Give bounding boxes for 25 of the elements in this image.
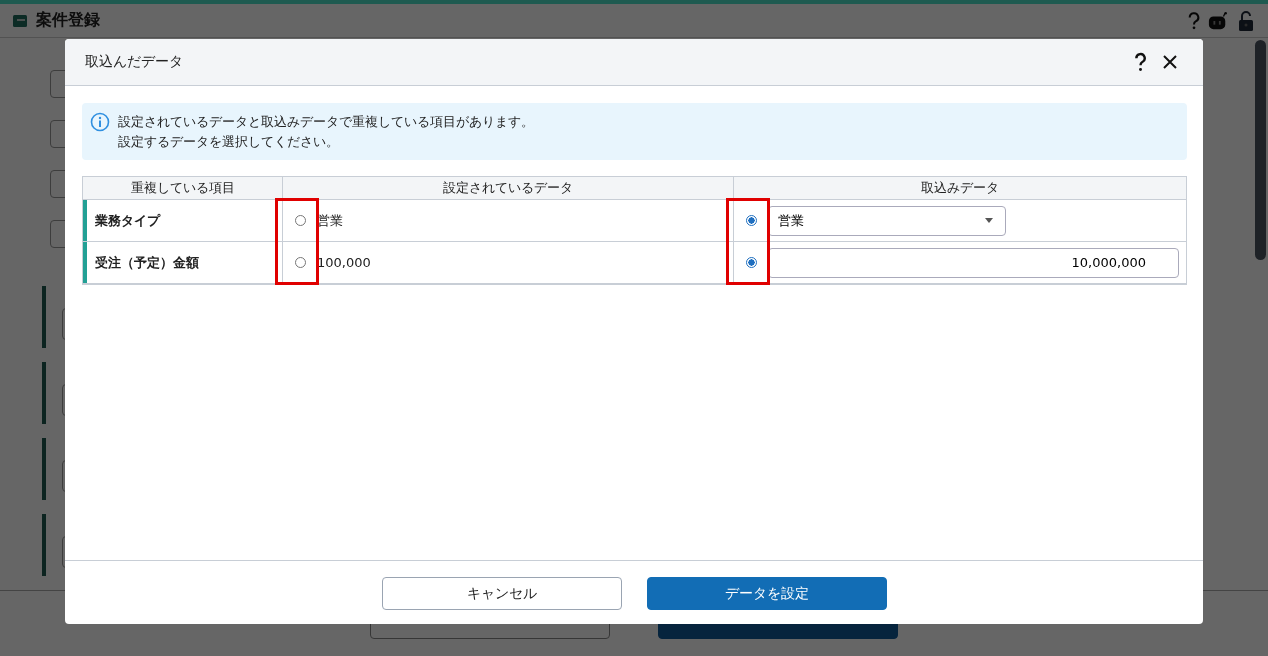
close-icon[interactable] (1163, 55, 1177, 69)
column-header: 重複している項目 (129, 179, 236, 197)
radio-button[interactable] (294, 257, 306, 268)
cancel-button[interactable]: キャンセル (381, 577, 622, 610)
folder-icon (12, 12, 28, 29)
info-icon (90, 112, 110, 132)
column-header: 設定されているデータ (282, 177, 733, 199)
radio-button[interactable] (745, 215, 757, 226)
column-header: 取込みデータ (733, 177, 1186, 199)
radio-button[interactable] (294, 215, 306, 226)
radio-button[interactable] (745, 257, 757, 268)
robot-icon[interactable] (1208, 10, 1228, 31)
caret-icon (985, 218, 993, 223)
dialog-title: 取込んだデータ (85, 53, 183, 71)
info-text: 設定されているデータと取込みデータで重複している項目があります。 (118, 113, 534, 131)
help-icon[interactable] (1134, 52, 1147, 72)
lock-icon[interactable] (1236, 10, 1256, 31)
info-text: 設定するデータを選択してください。 (118, 133, 340, 151)
set-data-button[interactable]: データを設定 (646, 577, 887, 610)
table-cell: 営業 (317, 211, 343, 230)
page-title: 案件登録 (36, 10, 100, 31)
table-cell: 100,000 (317, 255, 371, 270)
scrollbar[interactable] (1255, 40, 1266, 260)
table-cell: 業務タイプ (83, 200, 282, 241)
table-cell: 受注（予定）金額 (83, 242, 282, 283)
